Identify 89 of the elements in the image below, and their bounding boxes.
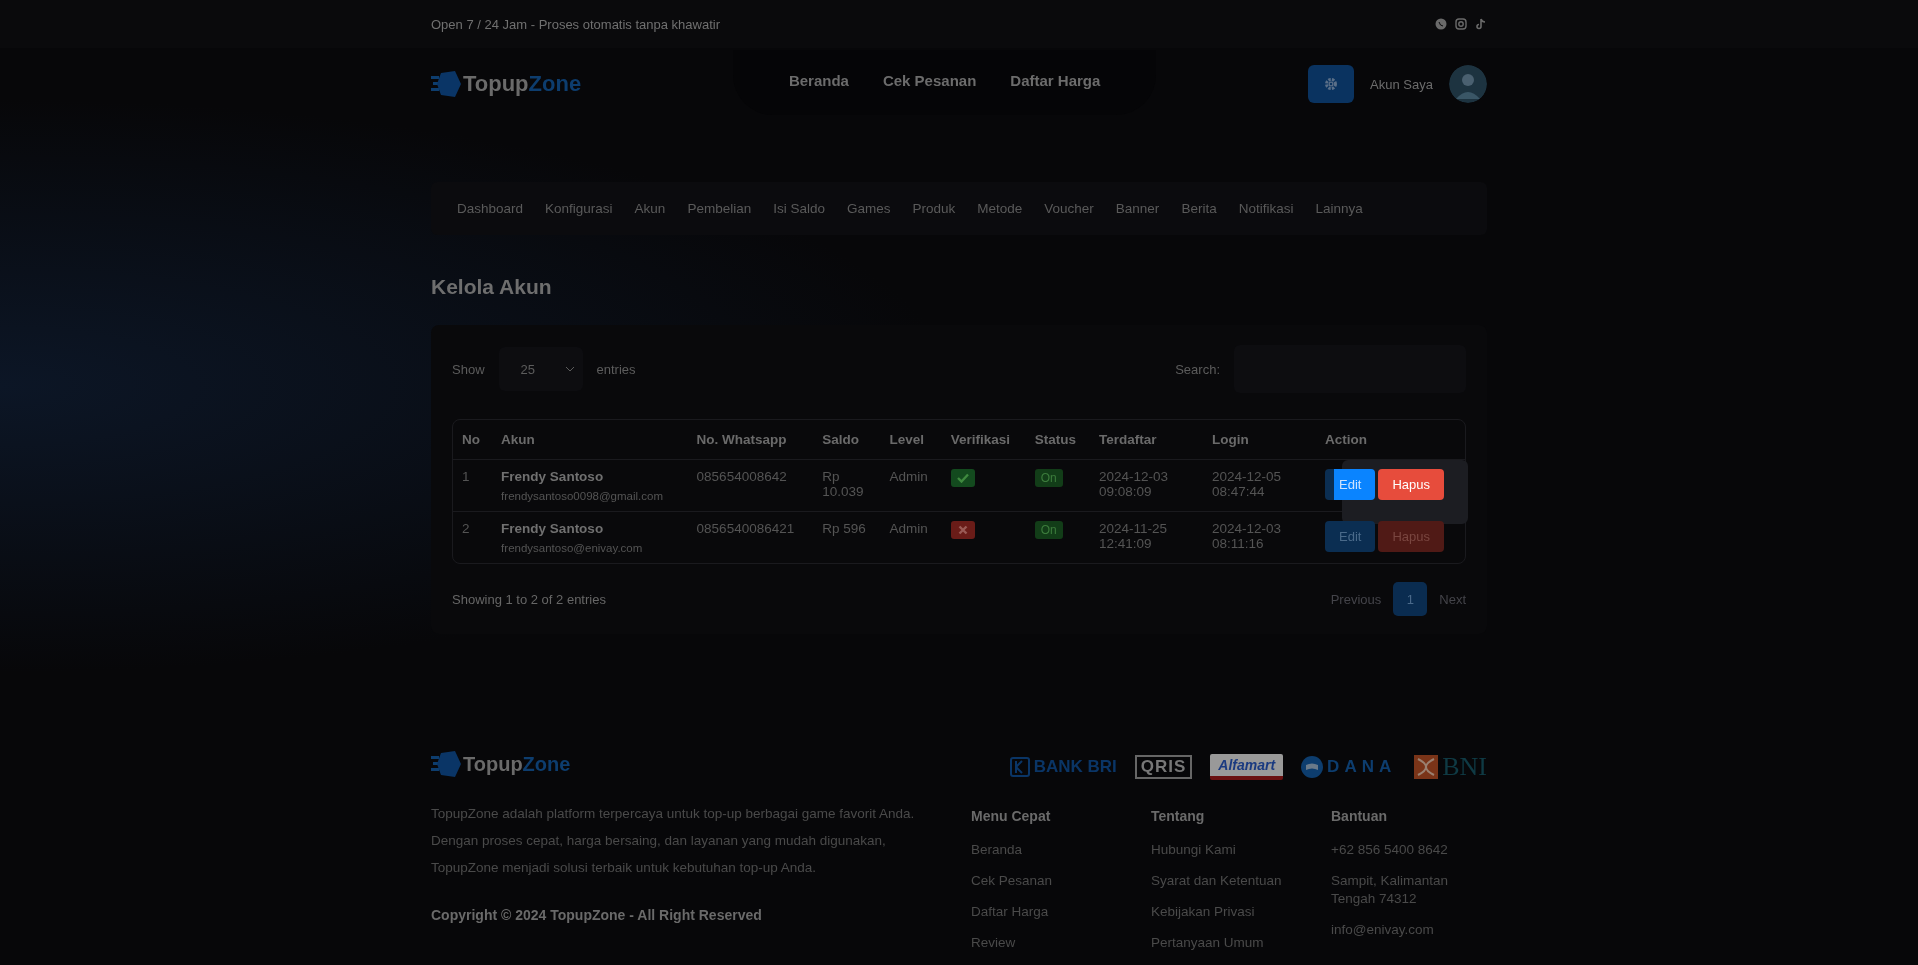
admin-menu-link[interactable]: Notifikasi (1238, 201, 1294, 216)
footer-heading: Menu Cepat (971, 808, 1052, 824)
table-cell: 1 (453, 460, 493, 512)
footer-heading: Bantuan (1331, 808, 1388, 824)
column-header: Status (1025, 420, 1091, 460)
logo-icon (431, 70, 461, 98)
column-header: Level (880, 420, 942, 460)
tagline: Open 7 / 24 Jam - Proses otomatis tanpa khawatir (431, 16, 721, 32)
column-header: Saldo (813, 420, 881, 460)
copyright: Copyright © 2024 TopupZone - All Right Reserved (431, 907, 763, 923)
admin-menu-link[interactable]: Metode (977, 201, 1023, 216)
page-title: Kelola Akun (431, 275, 553, 299)
table-cell-text: Rp 10.039 (822, 469, 865, 499)
admin-menu-link[interactable]: Produk (912, 201, 956, 216)
admin-menu-link[interactable]: Banner (1115, 201, 1160, 216)
table-cell-text: 0856540086421 (695, 520, 796, 538)
table-cell: Rp 596 (822, 521, 867, 536)
table-cell-text: 2024-11-25 12:41:09 (1099, 521, 1169, 551)
entries-info: Showing 1 to 2 of 2 entries (452, 591, 606, 607)
status-badge: On (1034, 521, 1063, 539)
footer-link[interactable]: Pertanyaan Umum (1151, 934, 1331, 952)
footer-link[interactable]: Syarat dan Ketentuan (1151, 872, 1331, 890)
brand-name[interactable]: TopupZone (463, 71, 582, 97)
account-name: Frendy Santoso (501, 521, 605, 536)
bni-logo: BNI (1414, 752, 1487, 782)
account-name: Frendy Santoso (501, 469, 605, 484)
avatar[interactable] (1449, 65, 1487, 103)
admin-menu-link[interactable]: Akun (634, 201, 666, 216)
column-header: Login (1203, 420, 1317, 460)
table-cell-text: 2024-12-03 09:08:09 (1099, 469, 1170, 499)
nav-link[interactable]: Beranda (788, 71, 849, 89)
admin-menu-link[interactable]: Isi Saldo (773, 201, 825, 216)
admin-menu-link[interactable]: Berita (1181, 201, 1217, 216)
edit-button[interactable]: Edit (1325, 469, 1376, 500)
instagram-icon[interactable] (1455, 18, 1467, 30)
table-cell: 085654008642 (687, 460, 814, 512)
alfamart-logo: Alfamart (1210, 754, 1284, 780)
footer-link[interactable]: Daftar Harga (971, 903, 1151, 921)
admin-menu-link[interactable]: Dashboard (457, 201, 524, 216)
brand-name[interactable]: TopupZone (463, 752, 571, 776)
logo-icon (431, 750, 461, 778)
footer-link[interactable]: Sampit, Kalimantan Tengah 74312 (1331, 872, 1487, 908)
column-header: Verifikasi (941, 420, 1026, 460)
admin-menu-link[interactable]: Voucher (1044, 201, 1094, 216)
edit-button[interactable]: Edit (1325, 521, 1376, 552)
footer-link[interactable]: info@enivay.com (1331, 921, 1487, 939)
entries-label: entries (596, 361, 636, 377)
footer-description: TopupZone adalah platform terpercaya untuk top-up berbagai game favorit Anda. Dengan proses cepat, harga bersaing, dan layanan yang mudah digunakan, TopupZone menjadi solusi terbaik untuk kebutuhan top-up Anda. (431, 805, 916, 877)
account-email: frendysantoso@enivay.com (501, 542, 644, 554)
account-label[interactable]: Akun Saya (1370, 76, 1433, 92)
footer-link[interactable]: Kebijakan Privasi (1151, 903, 1331, 921)
admin-menu-link[interactable]: Lainnya (1315, 201, 1363, 216)
delete-button[interactable]: Hapus (1378, 469, 1445, 500)
column-header: Akun (492, 420, 688, 460)
table-cell-text: 2024-12-03 08:11:16 (1212, 521, 1283, 551)
admin-menu-link[interactable]: Games (846, 201, 891, 216)
footer-link[interactable]: Beranda (971, 841, 1151, 859)
column-header: No. Whatsapp (687, 420, 814, 460)
page-size-select[interactable]: 25 (498, 347, 583, 391)
previous-link[interactable]: Previous (1330, 591, 1382, 607)
nav-link[interactable]: Daftar Harga (1010, 71, 1101, 89)
account-email: frendysantoso0098@gmail.com (501, 490, 664, 502)
admin-menu-link[interactable]: Pembelian (687, 201, 752, 216)
footer-link[interactable]: Hubungi Kami (1151, 841, 1331, 859)
chevron-down-icon (564, 366, 575, 372)
dana-logo: DANA (1301, 756, 1397, 778)
page-button[interactable]: 1 (1393, 582, 1428, 616)
table-cell: Admin (880, 460, 942, 512)
admin-menu-link[interactable]: Konfigurasi (545, 201, 613, 216)
footer-link[interactable]: Review (971, 934, 1151, 952)
settings-button[interactable] (1308, 65, 1355, 103)
chat-icon[interactable] (1435, 18, 1447, 30)
column-header: No (453, 420, 493, 460)
table-cell-text: 2 (461, 520, 471, 538)
music-note-icon[interactable] (1475, 18, 1487, 30)
bank-logo: BANK BRI (1009, 757, 1117, 777)
table-cell-text: 2024-12-05 08:47:44 (1212, 469, 1283, 499)
search-label: Search: (1175, 361, 1220, 377)
show-label: Show (452, 361, 485, 377)
footer-link[interactable]: +62 856 5400 8642 (1331, 841, 1487, 859)
table-cell-text: Admin (888, 520, 929, 538)
status-badge: On (1034, 469, 1063, 487)
next-link[interactable]: Next (1439, 591, 1466, 607)
footer-link[interactable]: Cek Pesanan (971, 872, 1151, 890)
gear-icon (1324, 77, 1339, 91)
footer-heading: Tentang (1151, 808, 1206, 824)
nav-link[interactable]: Cek Pesanan (882, 71, 977, 89)
column-header: Terdaftar (1090, 420, 1204, 460)
qris-logo: QRIS (1134, 755, 1193, 779)
